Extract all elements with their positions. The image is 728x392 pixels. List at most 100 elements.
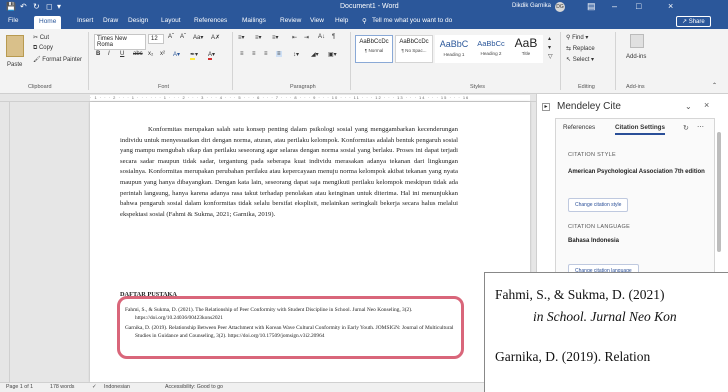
subscript-icon[interactable]: x₂: [148, 51, 153, 57]
align-right-icon[interactable]: ≡: [264, 51, 268, 57]
underline-icon[interactable]: U: [120, 51, 124, 57]
style-title[interactable]: AaB Title: [509, 35, 543, 63]
tab-design[interactable]: Design: [128, 17, 148, 24]
tab-citation-settings[interactable]: Citation Settings: [615, 124, 666, 135]
change-case-icon[interactable]: Aa▾: [193, 34, 203, 41]
tab-view[interactable]: View: [310, 17, 324, 24]
find-button[interactable]: ⚲ Find ▾: [566, 34, 588, 41]
group-divider: [232, 32, 233, 90]
align-center-icon[interactable]: ≡: [252, 51, 256, 57]
justify-icon[interactable]: ≡: [276, 51, 282, 57]
align-left-icon[interactable]: ≡: [240, 51, 244, 57]
refresh-icon[interactable]: ↻: [683, 124, 689, 132]
minimize-icon[interactable]: –: [612, 1, 617, 11]
font-size-combo[interactable]: 12: [148, 34, 164, 44]
pane-dropdown-icon[interactable]: ⌄: [685, 102, 692, 111]
editing-group-label: Editing: [578, 84, 595, 90]
tab-help[interactable]: Help: [335, 17, 348, 24]
numbering-icon[interactable]: ≡▾: [255, 34, 262, 41]
decrease-indent-icon[interactable]: ⇤: [292, 34, 297, 41]
copy-button[interactable]: ⧉ Copy: [33, 45, 53, 52]
tab-layout[interactable]: Layout: [161, 17, 181, 24]
paste-icon[interactable]: [6, 35, 24, 57]
horizontal-ruler[interactable]: · 1 · · · 2 · · · 1 · · · · · · 1 · · · …: [0, 94, 536, 102]
share-button[interactable]: ↗ Share: [676, 16, 711, 27]
zoom-callout: Fahmi, S., & Sukma, D. (2021) in School.…: [484, 272, 728, 392]
lightbulb-icon: ⚲: [362, 18, 367, 25]
page-count[interactable]: Page 1 of 1: [6, 384, 33, 390]
select-button[interactable]: ↖ Select ▾: [566, 56, 594, 63]
body-paragraph[interactable]: Konformitas merupakan salah satu konsep …: [120, 125, 458, 220]
tab-draw[interactable]: Draw: [103, 17, 118, 24]
zoom-line-3: Garnika, D. (2019). Relation: [495, 349, 651, 364]
show-marks-icon[interactable]: ¶: [332, 34, 335, 40]
tab-references[interactable]: References: [563, 124, 595, 131]
style-normal[interactable]: AaBbCcDc ¶ Normal: [355, 35, 393, 63]
styles-scroll-down-icon[interactable]: ▾: [548, 44, 551, 51]
highlight-outline: [117, 296, 464, 359]
styles-more-icon[interactable]: ▽: [548, 53, 553, 60]
tab-home[interactable]: Home: [34, 16, 62, 29]
font-name-combo[interactable]: Times New Roma: [94, 34, 146, 50]
styles-scroll-up-icon[interactable]: ▴: [548, 35, 551, 42]
format-painter-button[interactable]: 🖌 Format Painter: [33, 56, 82, 63]
add-ins-icon[interactable]: [630, 34, 644, 48]
grow-font-icon[interactable]: Aˆ: [168, 34, 174, 40]
select-label: Select: [572, 57, 590, 63]
text-effects-icon[interactable]: A▾: [173, 51, 180, 58]
customize-qa-icon[interactable]: ▾: [57, 2, 61, 11]
proofing-icon[interactable]: ✓: [92, 384, 96, 390]
avatar[interactable]: DG: [555, 2, 565, 12]
sort-icon[interactable]: A↓: [318, 34, 325, 40]
tab-file[interactable]: File: [8, 17, 18, 24]
superscript-icon[interactable]: x²: [160, 51, 165, 57]
tab-references[interactable]: References: [194, 17, 227, 24]
highlight-color-icon[interactable]: ✒▾: [190, 51, 198, 60]
font-group-label: Font: [158, 84, 170, 90]
more-options-icon[interactable]: ⋯: [697, 123, 704, 131]
brush-icon: 🖌: [33, 57, 43, 63]
strikethrough-icon[interactable]: abc: [133, 51, 143, 57]
bold-icon[interactable]: B: [96, 51, 100, 57]
word-count[interactable]: 178 words: [50, 384, 74, 390]
tab-mailings[interactable]: Mailings: [242, 17, 266, 24]
tab-insert[interactable]: Insert: [77, 17, 93, 24]
pane-close-icon[interactable]: ×: [704, 100, 709, 110]
add-ins-button[interactable]: Add-ins: [626, 54, 646, 60]
font-color-icon[interactable]: A▾: [208, 51, 215, 60]
touch-mode-icon[interactable]: ◻: [46, 2, 53, 11]
multilevel-list-icon[interactable]: ≡▾: [272, 34, 279, 41]
save-icon[interactable]: 💾: [6, 2, 16, 11]
cut-button[interactable]: ✂ Cut: [33, 34, 49, 41]
replace-button[interactable]: ⇆ Replace: [566, 45, 595, 52]
increase-indent-icon[interactable]: ⇥: [304, 34, 309, 41]
italic-icon[interactable]: I: [108, 51, 110, 57]
accessibility-status[interactable]: Accessibility: Good to go: [165, 384, 223, 390]
ribbon-display-icon[interactable]: ▤: [587, 1, 596, 12]
tab-review[interactable]: Review: [280, 17, 301, 24]
undo-icon[interactable]: ↶: [20, 2, 27, 11]
bullets-icon[interactable]: ≡▾: [238, 34, 245, 41]
style-heading-1[interactable]: AaBbC Heading 1: [435, 35, 473, 63]
close-icon[interactable]: ×: [668, 1, 673, 11]
pane-title: Mendeley Cite: [557, 101, 621, 112]
vertical-ruler[interactable]: [0, 102, 10, 382]
borders-icon[interactable]: ▣▾: [328, 51, 337, 58]
pane-scrollbar[interactable]: [717, 132, 721, 252]
shading-icon[interactable]: ◢▾: [311, 51, 319, 58]
collapse-ribbon-icon[interactable]: ⌃: [712, 82, 717, 89]
language-indicator[interactable]: Indonesian: [104, 384, 130, 390]
clear-formatting-icon[interactable]: A✗: [211, 34, 220, 41]
line-spacing-icon[interactable]: ↕▾: [293, 51, 299, 58]
shrink-font-icon[interactable]: Aˇ: [180, 34, 186, 40]
tell-me-box[interactable]: Tell me what you want to do: [372, 17, 452, 24]
pane-options-icon[interactable]: ▸: [542, 103, 550, 111]
zoom-line-1: Fahmi, S., & Sukma, D. (2021): [495, 287, 665, 302]
ribbon-tabs: File Home Insert Draw Design Layout Refe…: [0, 14, 728, 29]
paste-button[interactable]: Paste: [7, 62, 22, 68]
style-heading-2[interactable]: AaBbCc Heading 2: [472, 35, 510, 63]
change-citation-style-button[interactable]: Change citation style: [568, 198, 629, 212]
redo-icon[interactable]: ↻: [33, 2, 40, 11]
style-no-spacing[interactable]: AaBbCcDc ¶ No Spac...: [395, 35, 433, 63]
maximize-icon[interactable]: □: [636, 1, 641, 11]
